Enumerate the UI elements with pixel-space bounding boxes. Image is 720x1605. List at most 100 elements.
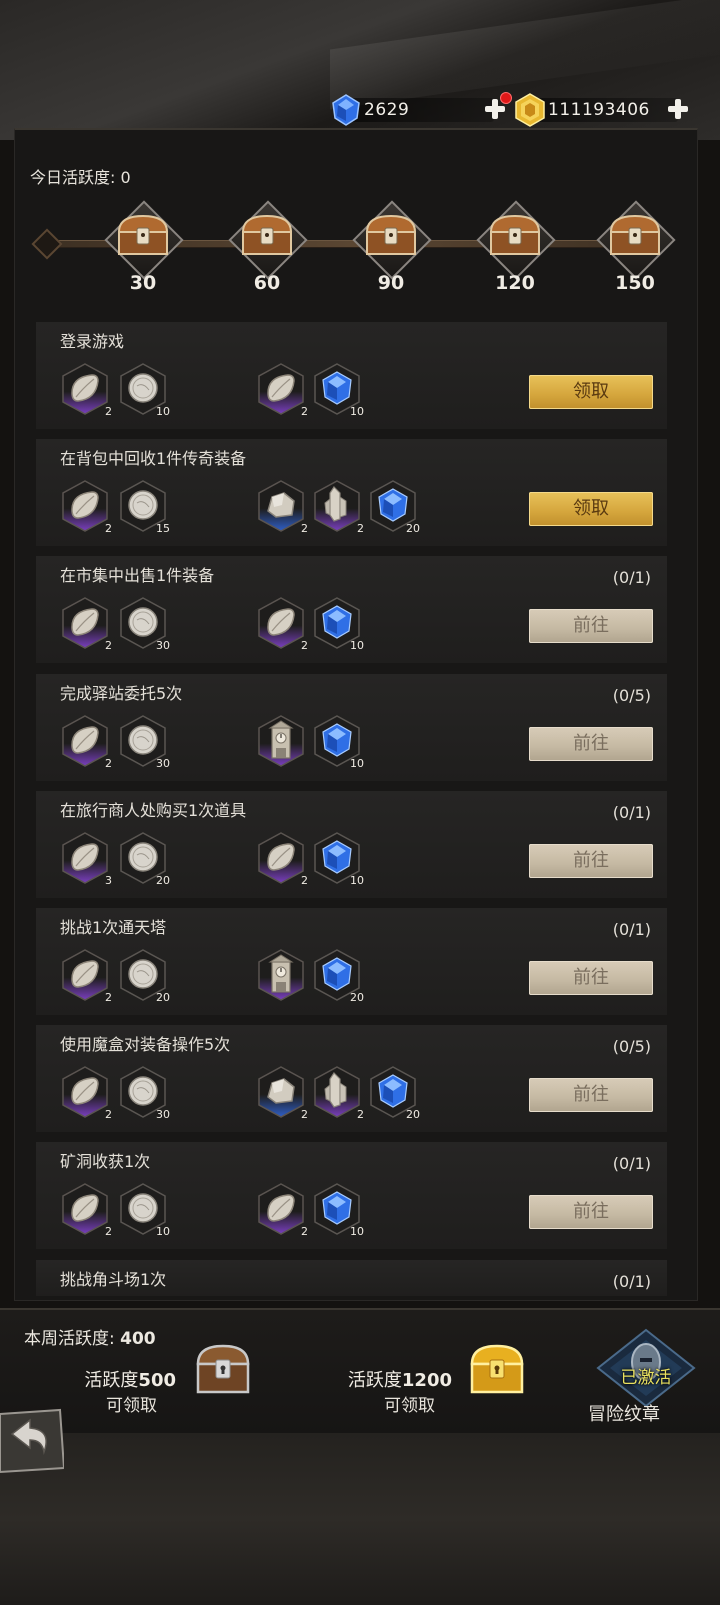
milestone-chest[interactable]: 90 [352,200,432,298]
reward-count: 2 [301,1108,308,1121]
weekly-reward-1200-label: 活跃度 [347,1370,402,1391]
go-button[interactable]: 前往 [529,727,653,761]
reward-item[interactable]: 2 [60,1182,112,1238]
reward-item[interactable]: 30 [118,714,170,770]
reward-count: 20 [156,874,170,887]
go-button[interactable]: 前往 [529,609,653,643]
reward-item[interactable]: 30 [118,1065,170,1121]
claim-button[interactable]: 领取 [529,375,653,409]
reward-item[interactable]: 3 [60,831,112,887]
reward-item[interactable]: 2 [312,479,364,535]
treasure-chest-icon [489,214,541,255]
reward-count: 10 [350,639,364,652]
reward-item[interactable]: 20 [118,948,170,1004]
reward-item[interactable]: 2 [60,948,112,1004]
task-row: 挑战1次通天塔 (0/1) 2 20 20 前往 [36,908,667,1015]
reward-item[interactable]: 20 [118,831,170,887]
task-title: 在旅行商人处购买1次道具 [60,801,247,820]
reward-item[interactable]: 2 [256,1182,308,1238]
reward-count: 10 [350,757,364,770]
reward-item[interactable]: 20 [368,479,420,535]
task-progress: (0/5) [612,686,651,705]
milestone-chest[interactable]: 120 [476,200,556,298]
reward-item[interactable] [256,714,306,768]
reward-item[interactable]: 2 [60,714,112,770]
gold-currency: 111193406 [514,92,720,128]
treasure-chest-icon [117,214,169,255]
reward-item[interactable]: 2 [312,1065,364,1121]
reward-item[interactable]: 15 [118,479,170,535]
task-progress: (0/1) [612,1154,651,1173]
reward-item[interactable]: 10 [312,1182,364,1238]
treasure-chest-icon [241,214,293,255]
leaf-stone-icon [71,374,99,402]
reward-item[interactable]: 2 [60,1065,112,1121]
gold-amount: 111193406 [548,100,650,120]
reward-count: 2 [301,522,308,535]
footer-background [0,1433,720,1605]
blue-gem-icon [322,840,352,874]
treasure-chest-icon [609,214,661,255]
reward-count: 2 [301,1225,308,1238]
reward-item[interactable]: 2 [60,479,112,535]
badge-label: 冒险纹章 [588,1404,660,1425]
reward-item[interactable]: 2 [256,362,308,418]
go-button[interactable]: 前往 [529,961,653,995]
leaf-stone-icon [267,608,295,636]
reward-item[interactable]: 2 [60,362,112,418]
add-gold-plus-icon[interactable] [667,98,689,120]
claim-button[interactable]: 领取 [529,492,653,526]
go-button[interactable]: 前往 [529,844,653,878]
reward-item[interactable]: 2 [60,596,112,652]
reward-item[interactable]: 10 [118,362,170,418]
reward-item[interactable]: 2 [256,479,308,535]
reward-item[interactable]: 10 [118,1182,170,1238]
weekly-reward-1200-text: 活跃度1200 [330,1366,452,1392]
reward-count: 2 [301,874,308,887]
reward-item[interactable]: 20 [312,948,364,1004]
task-title: 在背包中回收1件传奇装备 [60,449,247,468]
reward-item[interactable]: 30 [118,596,170,652]
reward-item[interactable]: 10 [312,596,364,652]
clock-tower-icon [268,720,294,759]
reward-count: 30 [156,757,170,770]
milestone-value: 90 [377,272,405,294]
weekly-reward-1200-value: 1200 [401,1370,452,1391]
silver-chest-icon[interactable] [192,1338,254,1400]
go-button[interactable]: 前往 [529,1078,653,1112]
reward-count: 10 [350,874,364,887]
milestone-chest[interactable]: 30 [104,200,184,298]
task-row: 完成驿站委托5次 (0/5) 2 30 10 前往 [36,674,667,781]
task-title: 使用魔盒对装备操作5次 [60,1035,231,1054]
gold-chest-icon[interactable] [466,1338,528,1400]
gem-amount: 2629 [364,100,410,120]
milestone-chest[interactable]: 150 [596,200,676,298]
ore-rock-icon [267,492,295,518]
reward-count: 2 [105,405,112,418]
reward-item[interactable]: 10 [312,362,364,418]
reward-count: 2 [357,1108,364,1121]
reward-count: 20 [156,991,170,1004]
crystal-shard-icon [324,486,347,522]
badge-status: 已激活 [620,1368,672,1388]
weekly-activity: 本周活跃度: 400 [24,1324,156,1349]
go-button[interactable]: 前往 [529,1195,653,1229]
clock-tower-icon [268,954,294,993]
ore-rock-icon [267,1078,295,1104]
reward-item[interactable]: 20 [368,1065,420,1121]
crystal-shard-icon [324,1072,347,1108]
weekly-reward-500-text: 活跃度500 [60,1366,176,1392]
reward-count: 20 [406,522,420,535]
reward-item[interactable] [256,948,306,1002]
reward-item[interactable]: 2 [256,831,308,887]
back-arrow-icon[interactable] [0,1408,64,1474]
reward-item[interactable]: 2 [256,1065,308,1121]
reward-count: 2 [105,991,112,1004]
reward-count: 10 [350,1225,364,1238]
milestone-chest[interactable]: 60 [228,200,308,298]
leaf-stone-icon [71,726,99,754]
today-activity-value: 0 [120,168,131,187]
reward-item[interactable]: 10 [312,714,364,770]
reward-item[interactable]: 2 [256,596,308,652]
reward-item[interactable]: 10 [312,831,364,887]
